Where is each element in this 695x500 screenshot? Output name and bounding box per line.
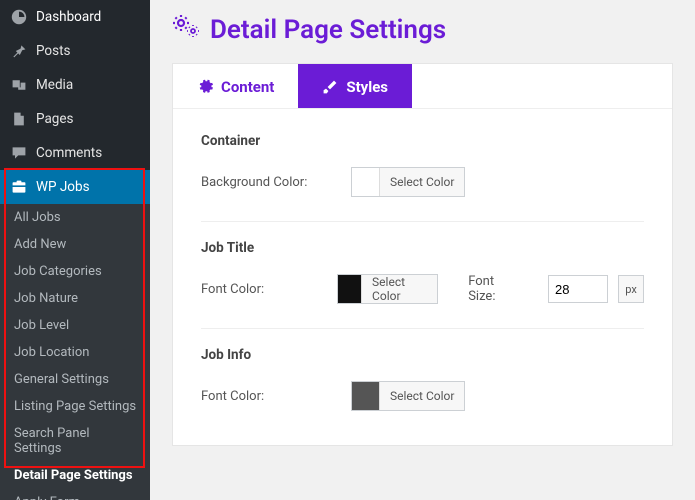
sidebar-submenu: All Jobs Add New Job Categories Job Natu… bbox=[0, 204, 150, 489]
sidebar-item-posts[interactable]: Posts bbox=[0, 34, 150, 68]
menu-label: Pages bbox=[36, 111, 74, 127]
bg-color-label: Background Color: bbox=[201, 175, 321, 190]
sub-item-job-nature[interactable]: Job Nature bbox=[0, 285, 150, 312]
section-title: Job Info bbox=[201, 347, 644, 363]
tab-content[interactable]: Content bbox=[173, 64, 298, 108]
sub-item-search-panel-settings[interactable]: Search Panel Settings bbox=[0, 420, 150, 462]
section-job-title: Job Title Font Color: Select Color Font … bbox=[201, 222, 644, 329]
bg-color-picker[interactable]: Select Color bbox=[351, 167, 465, 197]
dashboard-icon bbox=[10, 8, 28, 26]
styles-panel: Container Background Color: Select Color… bbox=[173, 109, 672, 445]
sub-item-apply-form[interactable]: Apply Form bbox=[0, 489, 150, 500]
tabs-card: Content Styles Container Background Colo… bbox=[172, 63, 673, 446]
menu-label: Comments bbox=[36, 145, 102, 161]
tab-styles[interactable]: Styles bbox=[298, 64, 412, 108]
page-title: Detail Page Settings bbox=[172, 14, 673, 45]
sidebar-item-pages[interactable]: Pages bbox=[0, 102, 150, 136]
sidebar-item-dashboard[interactable]: Dashboard bbox=[0, 0, 150, 34]
tabs: Content Styles bbox=[173, 64, 672, 109]
select-color-button[interactable]: Select Color bbox=[362, 275, 437, 303]
menu-label: WP Jobs bbox=[36, 179, 90, 195]
sub-item-job-level[interactable]: Job Level bbox=[0, 312, 150, 339]
sub-item-listing-page-settings[interactable]: Listing Page Settings bbox=[0, 393, 150, 420]
sub-item-job-location[interactable]: Job Location bbox=[0, 339, 150, 366]
sub-item-detail-page-settings[interactable]: Detail Page Settings bbox=[0, 462, 150, 489]
main-content: Detail Page Settings Content Styles bbox=[150, 0, 695, 500]
font-color-label: Font Color: bbox=[201, 282, 307, 297]
sub-item-general-settings[interactable]: General Settings bbox=[0, 366, 150, 393]
font-size-label: Font Size: bbox=[468, 274, 518, 304]
section-title: Job Title bbox=[201, 240, 644, 256]
media-icon bbox=[10, 76, 28, 94]
menu-label: Dashboard bbox=[36, 9, 101, 25]
pin-icon bbox=[10, 42, 28, 60]
font-size-group: px bbox=[548, 275, 644, 303]
comment-icon bbox=[10, 144, 28, 162]
sub-item-job-categories[interactable]: Job Categories bbox=[0, 258, 150, 285]
sub-item-all-jobs[interactable]: All Jobs bbox=[0, 204, 150, 231]
section-container: Container Background Color: Select Color bbox=[201, 115, 644, 222]
sidebar-item-comments[interactable]: Comments bbox=[0, 136, 150, 170]
gear-icon bbox=[197, 79, 213, 95]
menu-label: Posts bbox=[36, 43, 70, 59]
sidebar-item-media[interactable]: Media bbox=[0, 68, 150, 102]
sub-item-add-new[interactable]: Add New bbox=[0, 231, 150, 258]
gears-icon bbox=[172, 14, 200, 45]
font-size-input[interactable] bbox=[548, 275, 608, 303]
font-color-picker[interactable]: Select Color bbox=[351, 381, 465, 411]
brush-icon bbox=[322, 79, 338, 95]
tab-label: Styles bbox=[346, 78, 388, 96]
select-color-button[interactable]: Select Color bbox=[380, 168, 464, 196]
page-title-text: Detail Page Settings bbox=[210, 15, 446, 45]
briefcase-icon bbox=[10, 178, 28, 196]
font-color-picker[interactable]: Select Color bbox=[337, 274, 438, 304]
color-swatch bbox=[338, 275, 362, 303]
color-swatch bbox=[352, 382, 380, 410]
menu-label: Media bbox=[36, 77, 73, 93]
page-icon bbox=[10, 110, 28, 128]
unit-label: px bbox=[618, 275, 644, 303]
sidebar-item-wp-jobs[interactable]: WP Jobs bbox=[0, 170, 150, 204]
section-job-info: Job Info Font Color: Select Color bbox=[201, 329, 644, 435]
font-color-label: Font Color: bbox=[201, 389, 321, 404]
admin-sidebar: Dashboard Posts Media Pages Comments bbox=[0, 0, 150, 500]
color-swatch bbox=[352, 168, 380, 196]
tab-label: Content bbox=[221, 78, 274, 96]
select-color-button[interactable]: Select Color bbox=[380, 382, 464, 410]
section-title: Container bbox=[201, 133, 644, 149]
